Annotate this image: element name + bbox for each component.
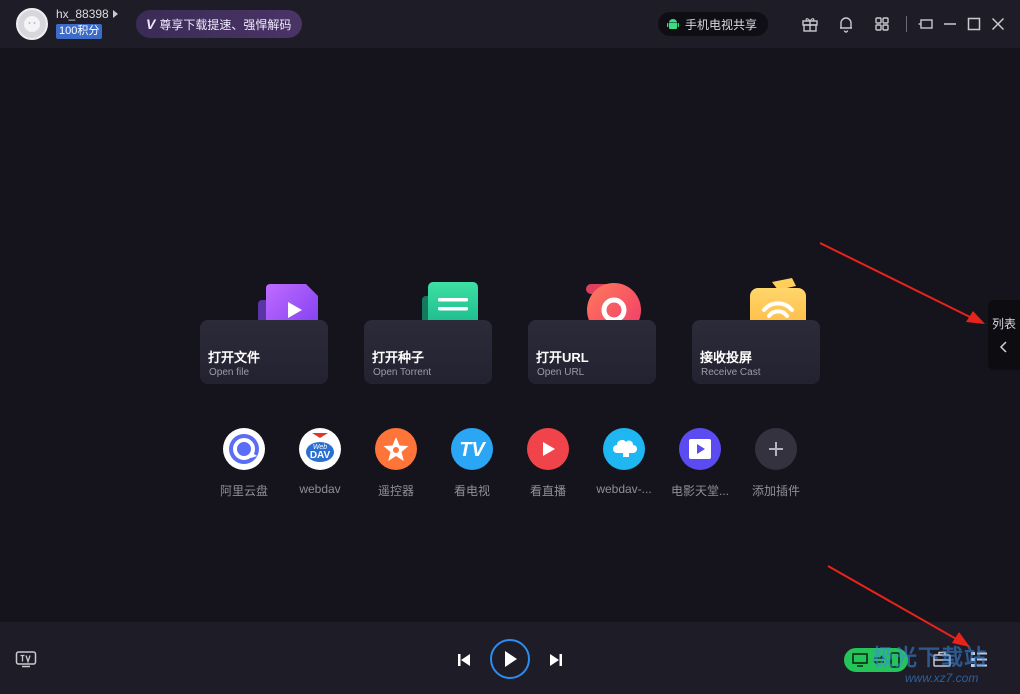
star-icon xyxy=(383,437,409,461)
title-bar: hx_88398 100积分 V 尊享下载提速、强悍解码 手机电视共享 xyxy=(0,0,1020,48)
watermark-url: www.xz7.com xyxy=(905,671,979,685)
aliyun-drive-icon xyxy=(229,434,259,464)
user-face-icon xyxy=(24,16,40,32)
play-icon xyxy=(543,442,555,456)
playlist-side-tab[interactable]: 列表 xyxy=(988,300,1020,370)
main-area: 打开文件 Open file 打开种子 Open Torrent 打开URL O… xyxy=(0,48,1020,622)
play-icon xyxy=(505,651,517,667)
aliyun-drive-plugin-button[interactable] xyxy=(223,428,265,470)
previous-icon[interactable] xyxy=(455,651,473,669)
android-icon xyxy=(667,19,679,29)
video-frame-icon xyxy=(689,439,711,459)
username[interactable]: hx_88398 xyxy=(56,7,109,21)
playlist-tab-label: 列表 xyxy=(992,317,1017,331)
plugin-label: 遥控器 xyxy=(377,484,414,498)
card-title: 打开文件 xyxy=(208,350,261,365)
watermark-text: 极光下载站 xyxy=(872,645,988,670)
plugin-label: 添加插件 xyxy=(751,484,800,498)
receive-cast-card[interactable]: 接收投屏 Receive Cast xyxy=(692,320,820,384)
vip-v-icon: V xyxy=(146,16,156,32)
plus-icon xyxy=(769,442,783,456)
plugin-label: 看电视 xyxy=(453,484,490,498)
minimize-icon[interactable] xyxy=(940,14,960,34)
monitor-icon xyxy=(852,653,869,667)
points-badge: 100积分 xyxy=(56,24,103,39)
webdav-plugin-button[interactable]: Web DAV xyxy=(299,428,341,470)
card-title: 打开种子 xyxy=(372,350,425,365)
card-title: 接收投屏 xyxy=(700,350,753,365)
close-icon[interactable] xyxy=(988,14,1008,34)
avatar[interactable] xyxy=(16,8,48,40)
open-url-card[interactable]: 打开URL Open URL xyxy=(528,320,656,384)
plugin-label: webdav-... xyxy=(596,482,652,496)
card-subtitle: Open Torrent xyxy=(373,367,432,378)
phone-tv-share-label: 手机电视共享 xyxy=(685,17,758,32)
maximize-icon[interactable] xyxy=(964,14,984,34)
cloud-puzzle-icon xyxy=(613,440,637,457)
webdav-icon: Web DAV xyxy=(301,430,339,468)
card-title: 打开URL xyxy=(536,350,589,365)
live-stream-plugin-button[interactable] xyxy=(527,428,569,470)
open-file-card[interactable]: 打开文件 Open file xyxy=(200,320,328,384)
plugin-label: 阿里云盘 xyxy=(219,484,268,498)
plugin-label: 电影天堂... xyxy=(670,484,729,498)
bell-icon[interactable] xyxy=(836,14,856,34)
remote-control-plugin-button[interactable] xyxy=(375,428,417,470)
open-torrent-card[interactable]: 打开种子 Open Torrent xyxy=(364,320,492,384)
tv-mode-icon[interactable] xyxy=(15,650,37,668)
phone-tv-share-button[interactable]: 手机电视共享 xyxy=(658,12,768,36)
next-icon[interactable] xyxy=(547,651,565,669)
tv-icon: TV xyxy=(459,439,486,461)
vip-promo-label: 尊享下载提速、强悍解码 xyxy=(159,17,292,32)
card-subtitle: Open URL xyxy=(537,367,585,378)
card-subtitle: Receive Cast xyxy=(701,367,761,378)
play-button[interactable] xyxy=(490,639,530,679)
plugin-label: 看直播 xyxy=(529,484,566,498)
card-subtitle: Open file xyxy=(209,367,250,378)
watch-tv-plugin-button[interactable]: TV xyxy=(451,428,493,470)
apps-grid-icon[interactable] xyxy=(872,14,892,34)
add-plugin-button[interactable] xyxy=(755,428,797,470)
chevron-left-icon xyxy=(999,341,1007,353)
user-menu-caret-icon[interactable] xyxy=(113,10,118,18)
webdav-2-plugin-button[interactable] xyxy=(603,428,645,470)
gift-icon[interactable] xyxy=(800,14,820,34)
vip-promo-button[interactable]: V 尊享下载提速、强悍解码 xyxy=(136,10,302,38)
tv-text: TV xyxy=(459,439,486,461)
plugin-label: webdav xyxy=(299,482,341,496)
webdav-bottom-text: DAV xyxy=(310,450,331,461)
mini-mode-icon[interactable] xyxy=(916,14,936,34)
movie-heaven-plugin-button[interactable] xyxy=(679,428,721,470)
titlebar-divider xyxy=(906,16,907,32)
